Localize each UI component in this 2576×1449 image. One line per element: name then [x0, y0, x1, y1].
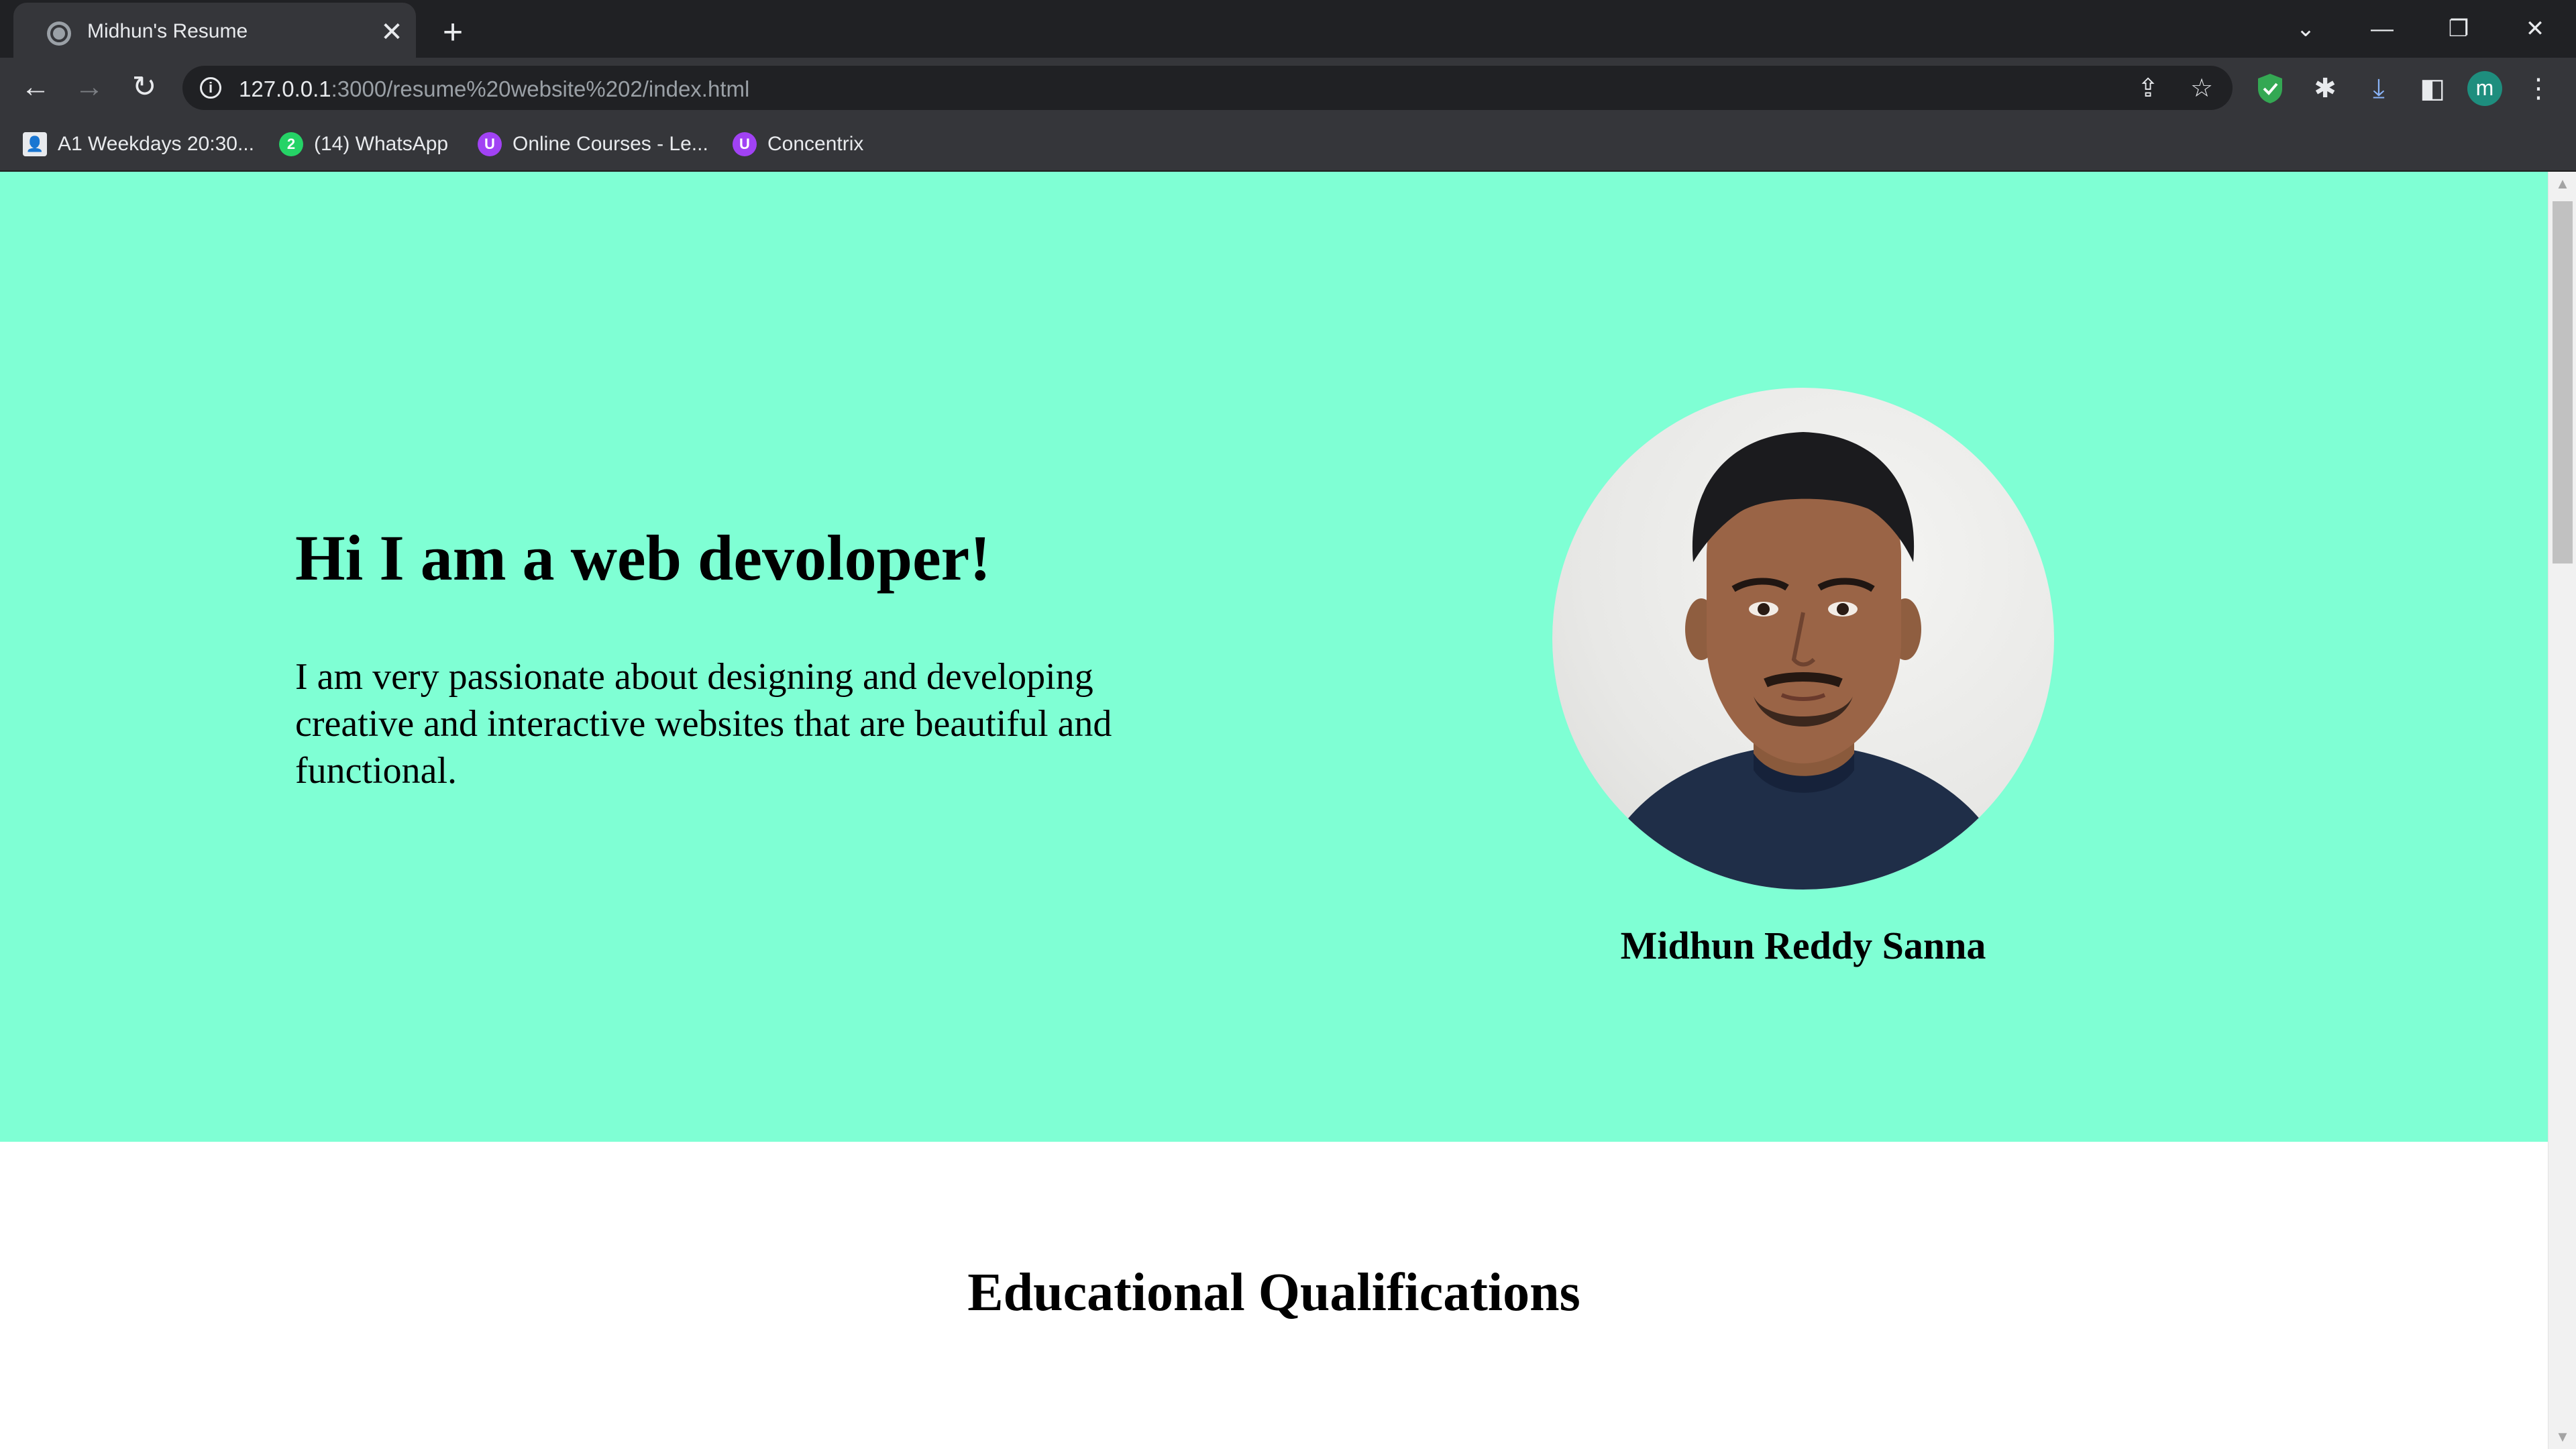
bookmark-star-icon[interactable]: ☆: [2186, 72, 2218, 105]
vertical-scrollbar[interactable]: ▲ ▼: [2548, 172, 2576, 1449]
extensions-icon[interactable]: ✱: [2308, 71, 2343, 106]
forward-button[interactable]: →: [70, 68, 109, 107]
browser-window: Midhun's Resume ✕ + ⌄ — ❐ ✕ ← → ↻ i 127.…: [0, 0, 2576, 1449]
profile-photo: [1552, 388, 2054, 890]
section-title-education: Educational Qualifications: [967, 1263, 1580, 1322]
bookmark-item[interactable]: 👤 A1 Weekdays 20:30...: [23, 129, 254, 160]
back-button[interactable]: ←: [16, 68, 55, 107]
tab-title: Midhun's Resume: [87, 20, 248, 42]
close-window-button[interactable]: ✕: [2498, 5, 2572, 52]
globe-icon: [47, 21, 71, 46]
bookmarks-bar: 👤 A1 Weekdays 20:30... 2 (14) WhatsApp U…: [0, 117, 2576, 172]
scroll-down-icon[interactable]: ▼: [2548, 1425, 2576, 1449]
scroll-up-icon[interactable]: ▲: [2548, 172, 2576, 196]
bookmark-label: Concentrix: [767, 133, 864, 155]
hero-title: Hi I am a web devoloper!: [295, 522, 991, 594]
bookmark-label: (14) WhatsApp: [314, 133, 449, 155]
address-bar[interactable]: i 127.0.0.1:3000/resume%20website%202/in…: [182, 66, 2233, 110]
menu-icon[interactable]: ⋮: [2521, 71, 2556, 106]
tab-close-icon[interactable]: ✕: [377, 17, 407, 47]
scroll-thumb[interactable]: [2553, 201, 2573, 564]
restore-button[interactable]: ❐: [2422, 5, 2496, 52]
site-info-icon[interactable]: i: [200, 77, 221, 99]
tab-active[interactable]: Midhun's Resume ✕: [13, 3, 416, 58]
url-path: :3000/resume%20website%202/index.html: [331, 76, 750, 101]
hero-section: Hi I am a web devoloper! I am very passi…: [0, 172, 2548, 1142]
url-text[interactable]: 127.0.0.1:3000/resume%20website%202/inde…: [239, 76, 749, 102]
contact-icon: 👤: [23, 132, 47, 156]
shield-extension-icon[interactable]: [2255, 72, 2285, 105]
bookmark-item[interactable]: 2 (14) WhatsApp: [279, 129, 448, 160]
whatsapp-icon: 2: [279, 132, 303, 156]
url-host: 127.0.0.1: [239, 76, 331, 101]
download-icon[interactable]: ⤓: [2361, 71, 2396, 106]
bookmark-label: A1 Weekdays 20:30...: [58, 133, 254, 155]
reload-button[interactable]: ↻: [125, 68, 164, 107]
udemy-icon: U: [478, 132, 502, 156]
tab-search-icon[interactable]: ⌄: [2269, 5, 2343, 52]
side-panel-icon[interactable]: ◧: [2415, 71, 2450, 106]
person-portrait-image: [1593, 432, 2015, 890]
profile-avatar[interactable]: m: [2467, 71, 2502, 106]
share-icon[interactable]: ⇪: [2132, 72, 2164, 105]
hero-description: I am very passionate about designing and…: [295, 656, 1112, 792]
minimize-button[interactable]: —: [2345, 5, 2419, 52]
hero-name: Midhun Reddy Sanna: [1620, 924, 1986, 967]
bookmark-item[interactable]: U Online Courses - Le...: [478, 129, 708, 160]
page-viewport: Hi I am a web devoloper! I am very passi…: [0, 172, 2576, 1449]
bookmark-item[interactable]: U Concentrix: [733, 129, 863, 160]
bookmark-label: Online Courses - Le...: [513, 133, 708, 155]
udemy-icon: U: [733, 132, 757, 156]
tab-strip: Midhun's Resume ✕ + ⌄ — ❐ ✕: [0, 0, 2576, 58]
toolbar: ← → ↻ i 127.0.0.1:3000/resume%20website%…: [0, 58, 2576, 117]
new-tab-button[interactable]: +: [433, 13, 472, 52]
